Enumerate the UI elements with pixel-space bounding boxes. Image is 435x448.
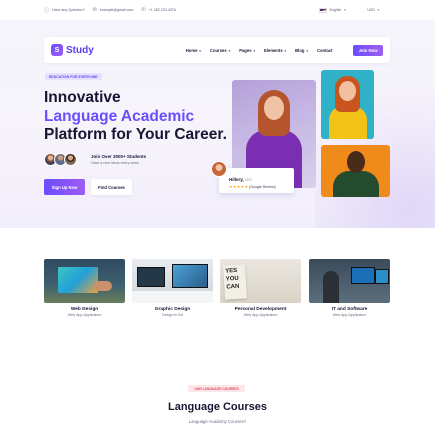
category-title[interactable]: Graphic Design — [132, 307, 213, 312]
email-link[interactable]: example@gmail.com — [100, 8, 134, 12]
help-icon: ⓘ — [44, 7, 50, 14]
category-title[interactable]: IT and Software — [309, 307, 390, 312]
chevron-down-icon: ▾ — [283, 48, 287, 53]
currency-selector[interactable]: USD ▼ — [367, 8, 383, 12]
category-card-personal-development[interactable]: YES YOU CAN Personal Development Web App… — [220, 259, 301, 317]
logo-text: Study — [66, 44, 94, 56]
chevron-down-icon: ▾ — [305, 48, 308, 53]
review-source: (Google Review) — [249, 184, 276, 189]
join-now-button[interactable]: Join Now — [353, 44, 383, 56]
chevron-down-icon: ▼ — [343, 8, 347, 12]
phone-link[interactable]: +1 282 234 4376 — [149, 8, 176, 12]
category-subtitle: Web App Application — [67, 313, 102, 317]
hero-photo-bottom-right — [321, 145, 390, 197]
category-card-web-design[interactable]: Web Design Web App Application — [44, 259, 125, 317]
language-label: English — [329, 8, 342, 12]
language-section-badge: OUR LANGUAGE COURSES — [188, 385, 245, 392]
reviewer-name: Hillery,CEO — [229, 177, 252, 182]
nav-item-pages[interactable]: Pages ▾ — [239, 48, 255, 53]
language-selector[interactable]: English ▼ — [318, 7, 350, 13]
headline-line-2: Language Academic — [44, 107, 195, 125]
category-title[interactable]: Web Design — [44, 307, 125, 312]
hero-badge: EDUCATION FOR EVERYONE — [45, 73, 102, 80]
chevron-down-icon: ▾ — [252, 48, 256, 53]
category-image — [132, 259, 213, 303]
student-avatars — [44, 153, 77, 166]
language-section-subtitle: Language Academy Courses? — [188, 419, 247, 424]
language-section-title: Language Courses — [167, 401, 268, 413]
nav-item-elements[interactable]: Elements ▾ — [264, 48, 286, 53]
avatar — [64, 153, 77, 166]
find-courses-button[interactable]: Find Courses — [91, 179, 132, 195]
nav-item-contact[interactable]: Contact — [317, 48, 333, 53]
nav-item-courses[interactable]: Courses ▾ — [210, 48, 230, 53]
mail-icon: ✉ — [92, 7, 97, 13]
students-count-title: Join Over 3000+ Students — [91, 154, 147, 159]
category-title[interactable]: Personal Development — [220, 307, 301, 312]
hero-headline: Innovative Language Academic Platform fo… — [44, 89, 234, 145]
category-subtitle: Web App Application — [332, 313, 367, 317]
email-item[interactable]: ✉ example@gmail.com — [93, 7, 134, 13]
headline-line-1: Innovative — [44, 89, 121, 106]
star-rating-icon: ★★★★★ — [229, 184, 249, 189]
headline-line-3: Platform for Your Career. — [44, 126, 227, 143]
question-text: Have any Question? — [52, 8, 85, 12]
chevron-down-icon: ▼ — [377, 8, 380, 12]
chevron-down-icon: ▾ — [198, 48, 201, 53]
yes-you-can-card: YES YOU CAN — [222, 264, 248, 300]
nav-menu: Home ▾ Courses ▾ Pages ▾ Elements ▾ Blog… — [186, 48, 333, 53]
category-card-graphic-design[interactable]: Graphic Design Design in Art — [132, 259, 213, 317]
reviewer-avatar — [211, 161, 227, 177]
site-logo[interactable]: S Study — [51, 44, 94, 56]
category-subtitle: Web App Application — [243, 313, 278, 317]
category-subtitle: Design in Art — [162, 313, 183, 317]
chevron-down-icon: ▾ — [227, 48, 231, 53]
students-count-subtitle: Have a new ideas every week. — [91, 161, 140, 165]
nav-item-home[interactable]: Home ▾ — [186, 48, 201, 53]
sign-up-button[interactable]: Sign Up Now — [44, 179, 85, 195]
logo-mark: S — [51, 44, 63, 56]
category-image — [44, 259, 125, 303]
top-info-bar: ⓘ Have any Question? ✉ example@gmail.com… — [0, 0, 435, 20]
review-card: Hillery,CEO ★★★★★ (Google Review) — [219, 168, 294, 193]
phone-item[interactable]: ✆ +1 282 234 4376 — [141, 7, 175, 13]
hero-photo-top-right — [321, 70, 374, 139]
currency-label: USD — [367, 8, 376, 12]
nav-item-blog[interactable]: Blog ▾ — [295, 48, 308, 53]
category-card-it-software[interactable]: IT and Software Web App Application — [309, 259, 390, 317]
reviewer-role: CEO — [244, 178, 252, 182]
question-item: ⓘ Have any Question? — [44, 7, 85, 14]
main-navbar: S Study Home ▾ Courses ▾ Pages ▾ Element… — [44, 37, 390, 63]
category-image — [309, 259, 390, 303]
category-image: YES YOU CAN — [220, 259, 301, 303]
phone-icon: ✆ — [141, 7, 146, 13]
us-flag-icon — [318, 7, 327, 13]
